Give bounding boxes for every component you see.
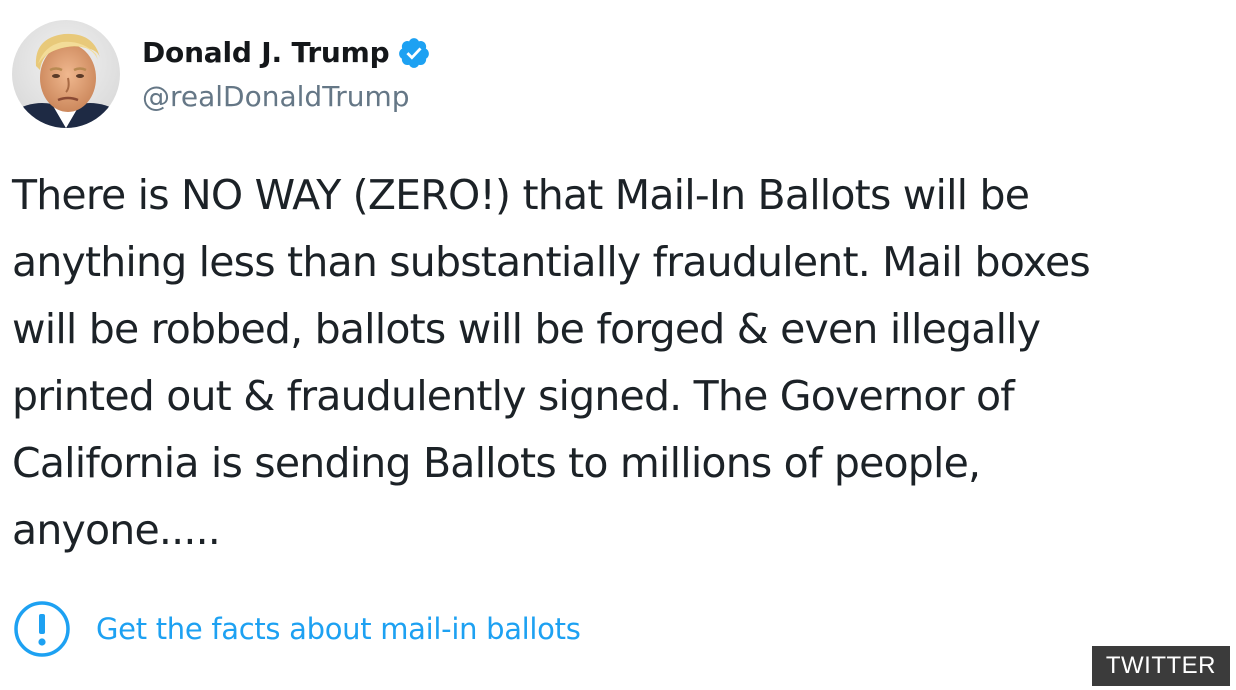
tweet-text: There is NO WAY (ZERO!) that Mail-In Bal…	[12, 171, 1091, 554]
exclamation-circle-icon	[12, 599, 72, 659]
author-display-name[interactable]: Donald J. Trump	[142, 36, 390, 69]
fact-check-link[interactable]: Get the facts about mail-in ballots	[12, 599, 581, 659]
author-block: Donald J. Trump @realDonaldTrump	[142, 36, 431, 113]
source-credit-badge: TWITTER	[1091, 646, 1230, 686]
author-name-row: Donald J. Trump	[142, 36, 431, 70]
tweet-header: Donald J. Trump @realDonaldTrump	[12, 18, 431, 130]
fact-check-label: Get the facts about mail-in ballots	[96, 612, 581, 646]
verified-badge-icon	[397, 36, 431, 70]
author-handle[interactable]: @realDonaldTrump	[142, 80, 431, 113]
avatar[interactable]	[12, 20, 120, 128]
profile-photo	[12, 20, 120, 128]
